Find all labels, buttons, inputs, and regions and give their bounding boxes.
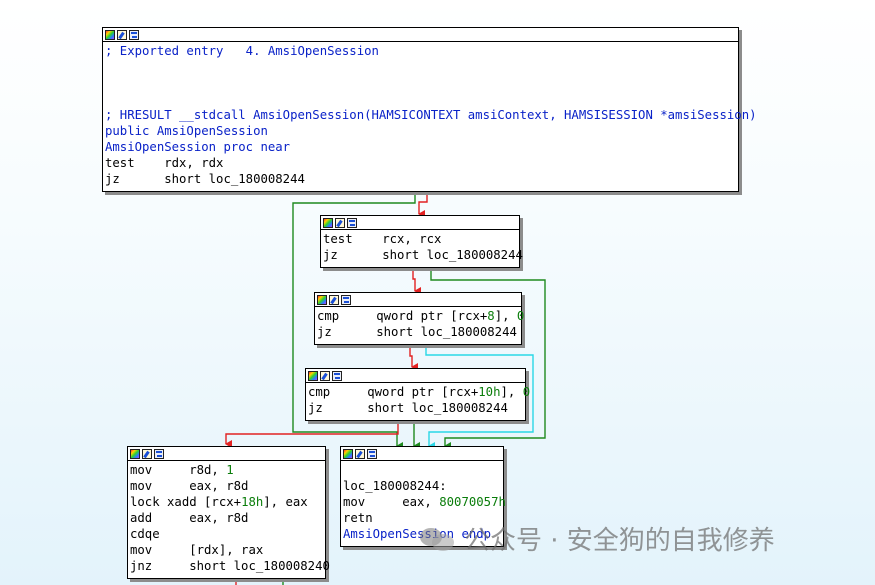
instruction-line: add eax, r8d: [130, 511, 249, 525]
graph-view-icon[interactable]: [347, 217, 357, 228]
block-cmp-rcx-10h[interactable]: cmp qword ptr [rcx+10h], 0 jz short loc_…: [305, 368, 530, 421]
edge-entry-to-block2: [418, 192, 428, 218]
wechat-logo-icon: [418, 524, 456, 554]
edge-block2-to-block3: [412, 267, 421, 295]
immediate-value: 10h: [478, 385, 501, 399]
graph-view-icon[interactable]: [154, 448, 164, 459]
operand-text: ],: [500, 385, 523, 399]
color-palette-icon[interactable]: [105, 29, 115, 40]
graph-view-icon[interactable]: [341, 294, 351, 305]
node-header: [341, 447, 503, 461]
instruction-line: mov [rdx], rax: [130, 543, 264, 557]
operand-text: ], eax: [263, 495, 308, 509]
edit-node-icon[interactable]: [320, 370, 330, 381]
instruction-line: mov eax, r8d: [130, 479, 249, 493]
color-palette-icon[interactable]: [317, 294, 327, 305]
instruction-line: lock xadd [rcx+18h], eax: [130, 494, 323, 510]
operand-text: ],: [494, 309, 517, 323]
operand-text: cmp qword ptr [rcx+: [308, 385, 479, 399]
immediate-value: 18h: [241, 495, 264, 509]
operand-text: lock xadd [rcx+: [130, 495, 242, 509]
edge-block3-to-block4: [409, 344, 418, 371]
instruction-line: cmp qword ptr [rcx+8], 0: [317, 308, 524, 324]
entry-node[interactable]: ; Exported entry 4. AmsiOpenSession ; HR…: [102, 27, 757, 192]
instruction-line: mov r8d, 1: [130, 462, 323, 478]
color-palette-icon[interactable]: [308, 370, 318, 381]
node-header: [306, 369, 525, 383]
immediate-value: 1: [226, 463, 234, 477]
instruction-line: jz short loc_180008244: [323, 248, 523, 262]
exported-entry-comment: ; Exported entry 4. AmsiOpenSession: [105, 44, 379, 58]
instruction-line: jz short loc_180008244: [308, 401, 508, 415]
edit-node-icon[interactable]: [329, 294, 339, 305]
instruction-line: cdqe: [130, 527, 160, 541]
block-test-rcx[interactable]: test rcx, rcx jz short loc_180008244: [320, 215, 523, 268]
instruction-line: test rcx, rcx: [323, 232, 442, 246]
immediate-value: 80070057h: [439, 495, 506, 509]
operand-text: cmp qword ptr [rcx+: [317, 309, 488, 323]
graph-view-icon[interactable]: [332, 370, 342, 381]
color-palette-icon[interactable]: [130, 448, 140, 459]
node-header: [321, 216, 519, 230]
instruction-line: test rdx, rdx: [105, 156, 224, 170]
instruction-line: mov eax, 80070057h: [343, 494, 506, 510]
public-declaration: public AmsiOpenSession: [105, 124, 268, 138]
graph-view-icon[interactable]: [367, 448, 377, 459]
instruction-line: jz short loc_180008244: [317, 325, 517, 339]
immediate-value: 0: [516, 309, 525, 323]
function-signature-comment: ; HRESULT __stdcall AmsiOpenSession(HAMS…: [105, 108, 757, 122]
watermark: 公众号 · 安全狗的自我修养: [418, 520, 775, 557]
node-header: [315, 293, 521, 307]
color-palette-icon[interactable]: [343, 448, 353, 459]
operand-text: mov eax,: [343, 495, 440, 509]
instruction-line: cmp qword ptr [rcx+10h], 0: [308, 384, 530, 400]
node-header: [103, 28, 738, 42]
watermark-text: 公众号 · 安全狗的自我修养: [464, 526, 775, 556]
instruction-line: jnz short loc_180008240: [130, 559, 330, 573]
instruction-line: jz short loc_180008244: [105, 172, 305, 186]
edit-node-icon[interactable]: [335, 217, 345, 228]
proc-declaration: AmsiOpenSession proc near: [105, 140, 291, 154]
block-cmp-rcx-8[interactable]: cmp qword ptr [rcx+8], 0 jz short loc_18…: [314, 292, 524, 345]
node-header: [128, 447, 325, 461]
edit-node-icon[interactable]: [355, 448, 365, 459]
color-palette-icon[interactable]: [323, 217, 333, 228]
edit-node-icon[interactable]: [117, 29, 127, 40]
graph-view-icon[interactable]: [129, 29, 139, 40]
operand-text: mov r8d,: [130, 463, 227, 477]
block-lock-xadd[interactable]: mov r8d, 1 mov eax, r8d lock xadd [rcx+1…: [127, 446, 330, 579]
immediate-value: 0: [522, 385, 531, 399]
edit-node-icon[interactable]: [142, 448, 152, 459]
location-label: loc_180008244:: [343, 479, 447, 493]
immediate-value: 8: [487, 309, 495, 323]
